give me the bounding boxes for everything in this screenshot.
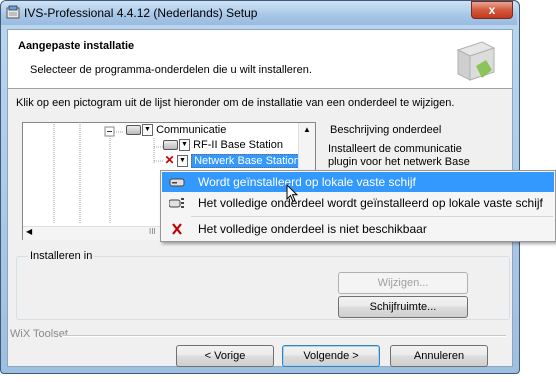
wix-brand-label: WiX Toolset xyxy=(10,328,68,340)
header-banner xyxy=(8,30,512,89)
chevron-down-icon[interactable]: ▼ xyxy=(142,124,153,137)
tree-item-label: Netwerk Base Station xyxy=(191,154,303,168)
menu-item-install-all-local[interactable]: Het volledige onderdeel wordt geïnstalle… xyxy=(162,193,554,213)
footer-divider xyxy=(62,335,506,337)
chevron-down-icon[interactable]: ▼ xyxy=(177,155,188,168)
red-x-icon xyxy=(172,223,182,235)
scroll-up-icon[interactable]: ▲ xyxy=(303,125,311,134)
tree-item-netwerk[interactable]: ✕ ▼ Netwerk Base Station xyxy=(163,154,303,168)
tree-item-communicatie[interactable]: ▼ Communicatie xyxy=(126,124,226,137)
description-text: Installeert de communicatie plugin voor … xyxy=(328,143,470,169)
installer-app-icon xyxy=(6,5,20,19)
disk-space-button[interactable]: Schijfruimte... xyxy=(338,296,468,318)
cancel-button[interactable]: Annuleren xyxy=(390,345,488,367)
hard-drive-icon xyxy=(169,178,185,187)
mouse-cursor-icon xyxy=(286,184,299,203)
page-subtitle: Selecteer de programma-onderdelen die u … xyxy=(30,64,312,76)
menu-item-install-local[interactable]: Wordt geïnstalleerd op lokale vaste schi… xyxy=(162,172,554,192)
setup-box-graphic xyxy=(456,41,496,81)
instruction-text: Klik op een pictogram uit de lijst hiero… xyxy=(16,97,455,109)
window-title: IVS-Professional 4.4.12 (Nederlands) Set… xyxy=(24,6,258,20)
description-legend: Beschrijving onderdeel xyxy=(328,124,444,136)
scroll-thumb-grip[interactable]: III xyxy=(149,227,156,236)
next-button[interactable]: Volgende > xyxy=(282,345,380,367)
close-button[interactable]: x xyxy=(471,1,513,19)
description-line: Installeert de communicatie xyxy=(328,143,462,155)
menu-item-label: Wordt geïnstalleerd op lokale vaste schi… xyxy=(198,175,416,189)
back-button[interactable]: < Vorige xyxy=(176,345,274,367)
change-location-button[interactable]: Wijzigen... xyxy=(338,272,468,294)
menu-separator xyxy=(191,216,553,217)
chevron-down-icon[interactable]: ▼ xyxy=(179,139,190,152)
tree-item-rf-ii[interactable]: ▼ RF-II Base Station xyxy=(163,139,283,152)
scroll-left-icon[interactable]: ◀ xyxy=(26,227,32,236)
page-title: Aangepaste installatie xyxy=(18,40,135,52)
menu-item-label: Het volledige onderdeel wordt geïnstalle… xyxy=(198,196,543,210)
red-x-icon[interactable]: ✕ xyxy=(163,154,176,167)
tree-item-label: Communicatie xyxy=(156,124,227,136)
install-location-legend: Installeren in xyxy=(28,250,95,262)
hard-drive-icon[interactable] xyxy=(126,125,141,136)
tree-item-label: RF-II Base Station xyxy=(193,139,283,151)
menu-item-not-available[interactable]: Het volledige onderdeel is niet beschikb… xyxy=(162,219,554,239)
hard-drive-tree-icon xyxy=(169,198,184,208)
hard-drive-icon[interactable] xyxy=(163,140,178,151)
description-line: plugin voor het netwerk Base xyxy=(328,156,470,168)
install-state-menu: Wordt geïnstalleerd op lokale vaste schi… xyxy=(160,170,556,242)
menu-item-label: Het volledige onderdeel is niet beschikb… xyxy=(198,222,427,236)
